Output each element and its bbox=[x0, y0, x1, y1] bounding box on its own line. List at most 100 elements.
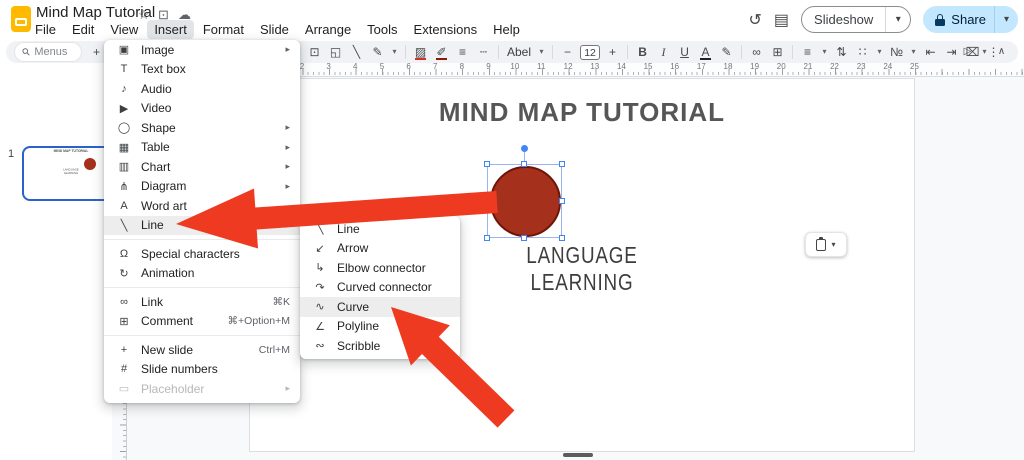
shapes-tool-icon[interactable]: ◱ bbox=[327, 41, 344, 63]
select-tool-icon[interactable]: ▷ bbox=[959, 41, 976, 63]
align-icon[interactable]: ≡ bbox=[799, 41, 816, 63]
font-size-field[interactable]: 12 bbox=[580, 44, 601, 60]
font-family-dropdown-icon[interactable]: ▾ bbox=[537, 41, 546, 63]
select-tool-dropdown-icon[interactable]: ▾ bbox=[980, 41, 989, 63]
numbered-list-dropdown-icon[interactable]: ▾ bbox=[909, 41, 918, 63]
increase-font-size-button[interactable]: + bbox=[604, 41, 621, 63]
menu-format[interactable]: Format bbox=[196, 20, 251, 39]
menu-item-diagram[interactable]: ⋔ Diagram ▸ bbox=[104, 177, 300, 197]
numbered-list-icon[interactable]: № bbox=[888, 41, 905, 63]
menu-item-word-art[interactable]: A Word art bbox=[104, 196, 300, 216]
insert-link-icon[interactable]: ∞ bbox=[748, 41, 765, 63]
resize-handle-ne[interactable] bbox=[559, 161, 565, 167]
add-comment-icon[interactable]: ⊞ bbox=[769, 41, 786, 63]
menu-slide[interactable]: Slide bbox=[253, 20, 296, 39]
menu-insert[interactable]: Insert bbox=[147, 20, 194, 39]
resize-handle-n[interactable] bbox=[521, 161, 527, 167]
menu-item-shape[interactable]: ◯ Shape ▸ bbox=[104, 118, 300, 138]
slideshow-button[interactable]: Slideshow ▾ bbox=[801, 6, 912, 33]
text-box-icon: T bbox=[120, 63, 128, 76]
highlight-color-icon[interactable]: ✎ bbox=[718, 41, 735, 63]
bulleted-list-dropdown-icon[interactable]: ▾ bbox=[875, 41, 884, 63]
resize-handle-s[interactable] bbox=[521, 235, 527, 241]
share-dropdown-icon[interactable]: ▾ bbox=[994, 6, 1018, 33]
menu-item-animation[interactable]: ↻ Animation bbox=[104, 264, 300, 284]
bold-button[interactable]: B bbox=[634, 41, 651, 63]
menu-tools[interactable]: Tools bbox=[360, 20, 404, 39]
menu-item-table[interactable]: ▦ Table ▸ bbox=[104, 138, 300, 158]
slide-title-text[interactable]: MIND MAP TUTORIAL bbox=[250, 97, 914, 128]
submenu-item-line[interactable]: ╲ Line bbox=[300, 219, 460, 239]
comment-history-icon[interactable]: ▤ bbox=[774, 10, 789, 30]
horizontal-ruler-number: 8 bbox=[459, 62, 465, 71]
menu-extensions[interactable]: Extensions bbox=[407, 20, 485, 39]
submenu-arrow-icon: ▸ bbox=[285, 180, 290, 191]
menu-edit[interactable]: Edit bbox=[65, 20, 101, 39]
fill-color-icon[interactable]: ▨ bbox=[412, 41, 429, 63]
menu-item-image[interactable]: ▣ Image ▸ bbox=[104, 40, 300, 60]
text-color-button[interactable]: A bbox=[697, 41, 714, 63]
share-button[interactable]: Share ▾ bbox=[923, 6, 1018, 33]
border-dash-icon[interactable]: ┄ bbox=[475, 41, 492, 63]
paste-options-button[interactable]: ▾ bbox=[805, 232, 847, 257]
menu-item-comment[interactable]: ⊞ Comment ⌘+Option+M bbox=[104, 312, 300, 332]
toolbar-divider bbox=[792, 45, 794, 59]
menu-arrange[interactable]: Arrange bbox=[298, 20, 358, 39]
horizontal-ruler-number: 3 bbox=[326, 62, 331, 71]
submenu-item-arrow[interactable]: ↙ Arrow bbox=[300, 239, 460, 259]
resize-handle-e[interactable] bbox=[559, 198, 565, 204]
menu-item-slide-numbers[interactable]: # Slide numbers bbox=[104, 360, 300, 380]
submenu-item-curved-connector[interactable]: ↷ Curved connector bbox=[300, 278, 460, 298]
menu-file[interactable]: File bbox=[28, 20, 63, 39]
hide-menus-icon[interactable]: ∧ bbox=[993, 41, 1010, 63]
version-history-icon[interactable]: ↺ bbox=[749, 10, 762, 30]
line-tool-icon[interactable]: ╲ bbox=[348, 41, 365, 63]
decrease-font-size-button[interactable]: − bbox=[559, 41, 576, 63]
line-tool-dropdown-icon[interactable]: ▾ bbox=[390, 41, 399, 63]
thumbnail-body-text: LANGUAGE LEARNING bbox=[63, 168, 79, 175]
submenu-item-scribble[interactable]: ∾ Scribble bbox=[300, 336, 460, 356]
image-icon: ▣ bbox=[118, 44, 130, 57]
scrollbar-thumb[interactable] bbox=[563, 453, 593, 457]
border-color-icon[interactable]: ✐ bbox=[433, 41, 450, 63]
menu-item-special-characters[interactable]: Ω Special characters bbox=[104, 244, 300, 264]
underline-button[interactable]: U bbox=[676, 41, 693, 63]
new-slide-button[interactable]: + bbox=[88, 41, 105, 63]
decrease-indent-icon[interactable]: ⇤ bbox=[922, 41, 939, 63]
submenu-arrow-icon: ▸ bbox=[285, 141, 290, 152]
menu-item-new-slide[interactable]: + New slide Ctrl+M bbox=[104, 340, 300, 360]
submenu-item-curve[interactable]: ∿ Curve bbox=[300, 297, 460, 317]
menu-item-chart[interactable]: ▥ Chart ▸ bbox=[104, 157, 300, 177]
text-box-tool-icon[interactable]: ⊡ bbox=[306, 41, 323, 63]
border-weight-icon[interactable]: ≡ bbox=[454, 41, 471, 63]
submenu-item-elbow-connector[interactable]: ↳ Elbow connector bbox=[300, 258, 460, 278]
menu-item-audio[interactable]: ♪ Audio bbox=[104, 79, 300, 99]
submenu-arrow-icon: ▸ bbox=[285, 161, 290, 172]
resize-handle-nw[interactable] bbox=[484, 161, 490, 167]
resize-handle-sw[interactable] bbox=[484, 235, 490, 241]
menus-search-button[interactable]: ⚲ Menus bbox=[15, 43, 81, 61]
increase-indent-icon[interactable]: ⇥ bbox=[943, 41, 960, 63]
scribble-tool-icon[interactable]: ✎ bbox=[369, 41, 386, 63]
slideshow-dropdown-icon[interactable]: ▾ bbox=[886, 14, 910, 25]
table-icon: ▦ bbox=[118, 141, 130, 154]
menu-item-line[interactable]: ╲ Line ▸ bbox=[104, 215, 300, 235]
menu-item-link[interactable]: ∞ Link ⌘K bbox=[104, 292, 300, 312]
rotation-handle[interactable] bbox=[521, 145, 528, 152]
submenu-item-polyline[interactable]: ∠ Polyline bbox=[300, 317, 460, 337]
resize-handle-w[interactable] bbox=[484, 198, 490, 204]
font-family-select[interactable]: Abel bbox=[505, 45, 533, 59]
italic-button[interactable]: I bbox=[655, 41, 672, 63]
horizontal-ruler-number: 22 bbox=[830, 62, 839, 71]
menu-item-video[interactable]: ▶ Video bbox=[104, 99, 300, 119]
search-icon: ⚲ bbox=[20, 45, 34, 59]
align-dropdown-icon[interactable]: ▾ bbox=[820, 41, 829, 63]
menu-view[interactable]: View bbox=[103, 20, 145, 39]
resize-handle-se[interactable] bbox=[559, 235, 565, 241]
menu-help[interactable]: Help bbox=[486, 20, 527, 39]
toolbar-divider bbox=[627, 45, 629, 59]
line-spacing-icon[interactable]: ⇅ bbox=[833, 41, 850, 63]
bulleted-list-icon[interactable]: ∷ bbox=[854, 41, 871, 63]
menu-item-text-box[interactable]: T Text box bbox=[104, 60, 300, 80]
submenu-arrow-icon: ▸ bbox=[285, 219, 290, 230]
